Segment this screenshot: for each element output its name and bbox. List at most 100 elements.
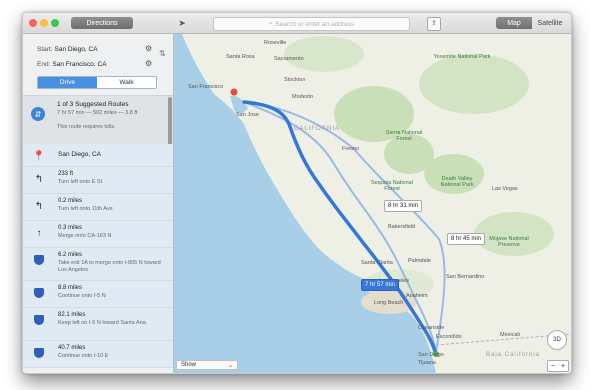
map-label-yosemite: Yosemite National Park (433, 54, 491, 60)
map-label-sequoia: Sequoia National Forest (371, 180, 413, 192)
eta-badge-alt-1[interactable]: 8 hr 31 min (384, 200, 423, 212)
step-instruction: Turn left onto 11th Ave (58, 206, 113, 212)
chevron-down-icon: ⌄ (227, 363, 233, 369)
search-input[interactable]: ⌕ Search or enter an address (213, 17, 410, 31)
step-item[interactable]: 40.7 miles Continue onto I-10 E (23, 341, 173, 368)
step-instruction: Keep left on I-5 N toward Santa Ana (58, 320, 146, 326)
step-distance: 0.3 miles (58, 225, 83, 231)
start-label: Start: (37, 45, 53, 53)
maps-window: Directions ➤ ⌕ Search or enter an addres… (22, 12, 572, 374)
suggested-route-summary-text: 7 hr 57 min — 502 miles — 3.8 ft (57, 110, 138, 116)
map-label-san-jose: San Jose (236, 112, 259, 118)
map-label-long-beach: Long Beach (374, 300, 404, 306)
step-item[interactable]: ↑ 0.3 miles Merge onto CA-163 N (23, 221, 173, 248)
step-distance: 0.2 miles (58, 198, 83, 204)
step-item[interactable]: 82.1 miles Keep left on I-5 N toward San… (23, 308, 173, 341)
map-label-tijuana: Tijuana (418, 360, 436, 366)
straight-arrow-icon: ↑ (36, 227, 42, 239)
map-label-mexicali: Mexicali (500, 332, 520, 338)
search-placeholder: Search or enter an address (275, 20, 355, 28)
park-area (284, 36, 364, 72)
map-view-button[interactable]: Map (496, 17, 532, 29)
toolbar: Directions ➤ ⌕ Search or enter an addres… (23, 13, 571, 34)
map-label-roseville: Roseville (264, 40, 287, 46)
close-window-button[interactable] (29, 19, 37, 27)
map-label-california: CALIFORNIA (294, 126, 341, 132)
start-value: San Diego, CA (54, 45, 98, 53)
compass-3d-button[interactable]: 3D (547, 330, 567, 350)
start-options-gear-icon[interactable]: ⚙ (145, 44, 152, 53)
end-options-gear-icon[interactable]: ⚙ (145, 59, 152, 68)
park-area (424, 154, 484, 194)
drive-tab[interactable]: Drive (38, 77, 97, 88)
zoom-control[interactable]: − + (547, 360, 569, 372)
map-label-modesto: Modesto (292, 94, 314, 100)
swap-route-icon[interactable]: ⇅ (159, 49, 166, 58)
map-label-stockton: Stockton (284, 77, 306, 83)
map-graphic (174, 34, 571, 373)
step-item[interactable]: 6.2 miles Take exit 1A to merge onto I-8… (23, 248, 173, 281)
suggested-route-summary[interactable]: ⇵ 1 of 3 Suggested Routes 7 hr 57 min — … (23, 95, 173, 145)
map-label-death-valley: Death Valley National Park (440, 176, 474, 188)
show-dropdown[interactable]: Show ⌄ (176, 360, 238, 370)
destination-pin[interactable] (230, 88, 238, 96)
turn-left-icon: ↰ (34, 173, 44, 185)
step-instruction: Merge onto CA-163 N (58, 233, 112, 239)
start-field[interactable]: Start: San Diego, CA (37, 43, 155, 55)
search-icon: ⌕ (268, 20, 273, 27)
show-dropdown-label: Show (181, 362, 197, 368)
map-label-mojave: Mojave National Preserve (489, 236, 529, 248)
map-label-san-diego: San Diego (418, 352, 444, 358)
step-distance: 6.2 miles (58, 252, 83, 258)
map-label-anaheim: Anaheim (406, 293, 428, 299)
share-icon[interactable]: ⇪ (427, 17, 441, 31)
walk-tab[interactable]: Walk (97, 77, 156, 88)
map-canvas[interactable]: Roseville Santa Rosa Sacramento San Fran… (174, 34, 571, 373)
eta-badge-primary[interactable]: 7 hr 57 min (361, 279, 400, 291)
map-label-oceanside: Oceanside (418, 325, 445, 331)
map-label-sierra: Sierra National Forest (385, 130, 423, 142)
zoom-window-button[interactable] (51, 19, 59, 27)
step-item[interactable]: ↰ 233 ft Turn left onto E St (23, 167, 173, 194)
zoom-out-icon[interactable]: − (551, 363, 555, 370)
minimize-window-button[interactable] (40, 19, 48, 27)
step-instruction: Continue onto I-10 E (58, 353, 109, 359)
interstate-shield-icon (34, 255, 44, 265)
step-title: San Diego, CA (58, 151, 101, 158)
park-area (474, 212, 554, 256)
suggested-route-title: 1 of 3 Suggested Routes (57, 101, 129, 108)
interstate-shield-icon (34, 348, 44, 358)
suggested-route-note: This route requires tolls. (57, 124, 116, 130)
interstate-shield-icon (34, 315, 44, 325)
step-instruction: Take exit 1A to merge onto I-805 N towar… (58, 260, 161, 273)
step-distance: 233 ft (58, 171, 74, 177)
pin-icon: 📍 (32, 150, 46, 162)
directions-button[interactable]: Directions (71, 17, 133, 29)
map-label-palmdale: Palmdale (408, 258, 431, 264)
transport-mode-toggle: Drive Walk (37, 76, 157, 89)
map-label-san-bernardino: San Bernardino (446, 274, 485, 280)
end-field[interactable]: End: San Francisco, CA (37, 58, 155, 70)
interstate-shield-icon (34, 288, 44, 298)
step-distance: 82.1 miles (58, 312, 86, 318)
satellite-view-button[interactable]: Satellite (532, 17, 568, 29)
end-value: San Francisco, CA (52, 60, 107, 68)
eta-badge-alt-2[interactable]: 8 hr 45 min (447, 233, 486, 245)
map-label-bakersfield: Bakersfield (388, 224, 416, 230)
map-label-las-vegas: Las Vegas (492, 186, 518, 192)
map-label-baja: Baja California (486, 352, 541, 358)
step-item[interactable]: 8.8 miles Continue onto I-5 N (23, 281, 173, 308)
step-instruction: Turn left onto E St (58, 179, 103, 185)
directions-steps-list: 📍 San Diego, CA ↰ 233 ft Turn left onto … (23, 144, 173, 368)
step-distance: 40.7 miles (58, 345, 86, 351)
map-label-san-francisco: San Francisco (188, 84, 224, 90)
turn-left-icon: ↰ (34, 200, 44, 212)
step-distance: 8.8 miles (58, 285, 83, 291)
map-label-santa-clarita: Santa Clarita (361, 260, 393, 266)
step-origin[interactable]: 📍 San Diego, CA (23, 144, 173, 167)
end-label: End: (37, 60, 51, 68)
step-instruction: Continue onto I-5 N (58, 293, 106, 299)
step-item[interactable]: ↰ 0.2 miles Turn left onto 11th Ave (23, 194, 173, 221)
zoom-in-icon[interactable]: + (561, 363, 565, 370)
current-location-icon[interactable]: ➤ (176, 17, 188, 29)
